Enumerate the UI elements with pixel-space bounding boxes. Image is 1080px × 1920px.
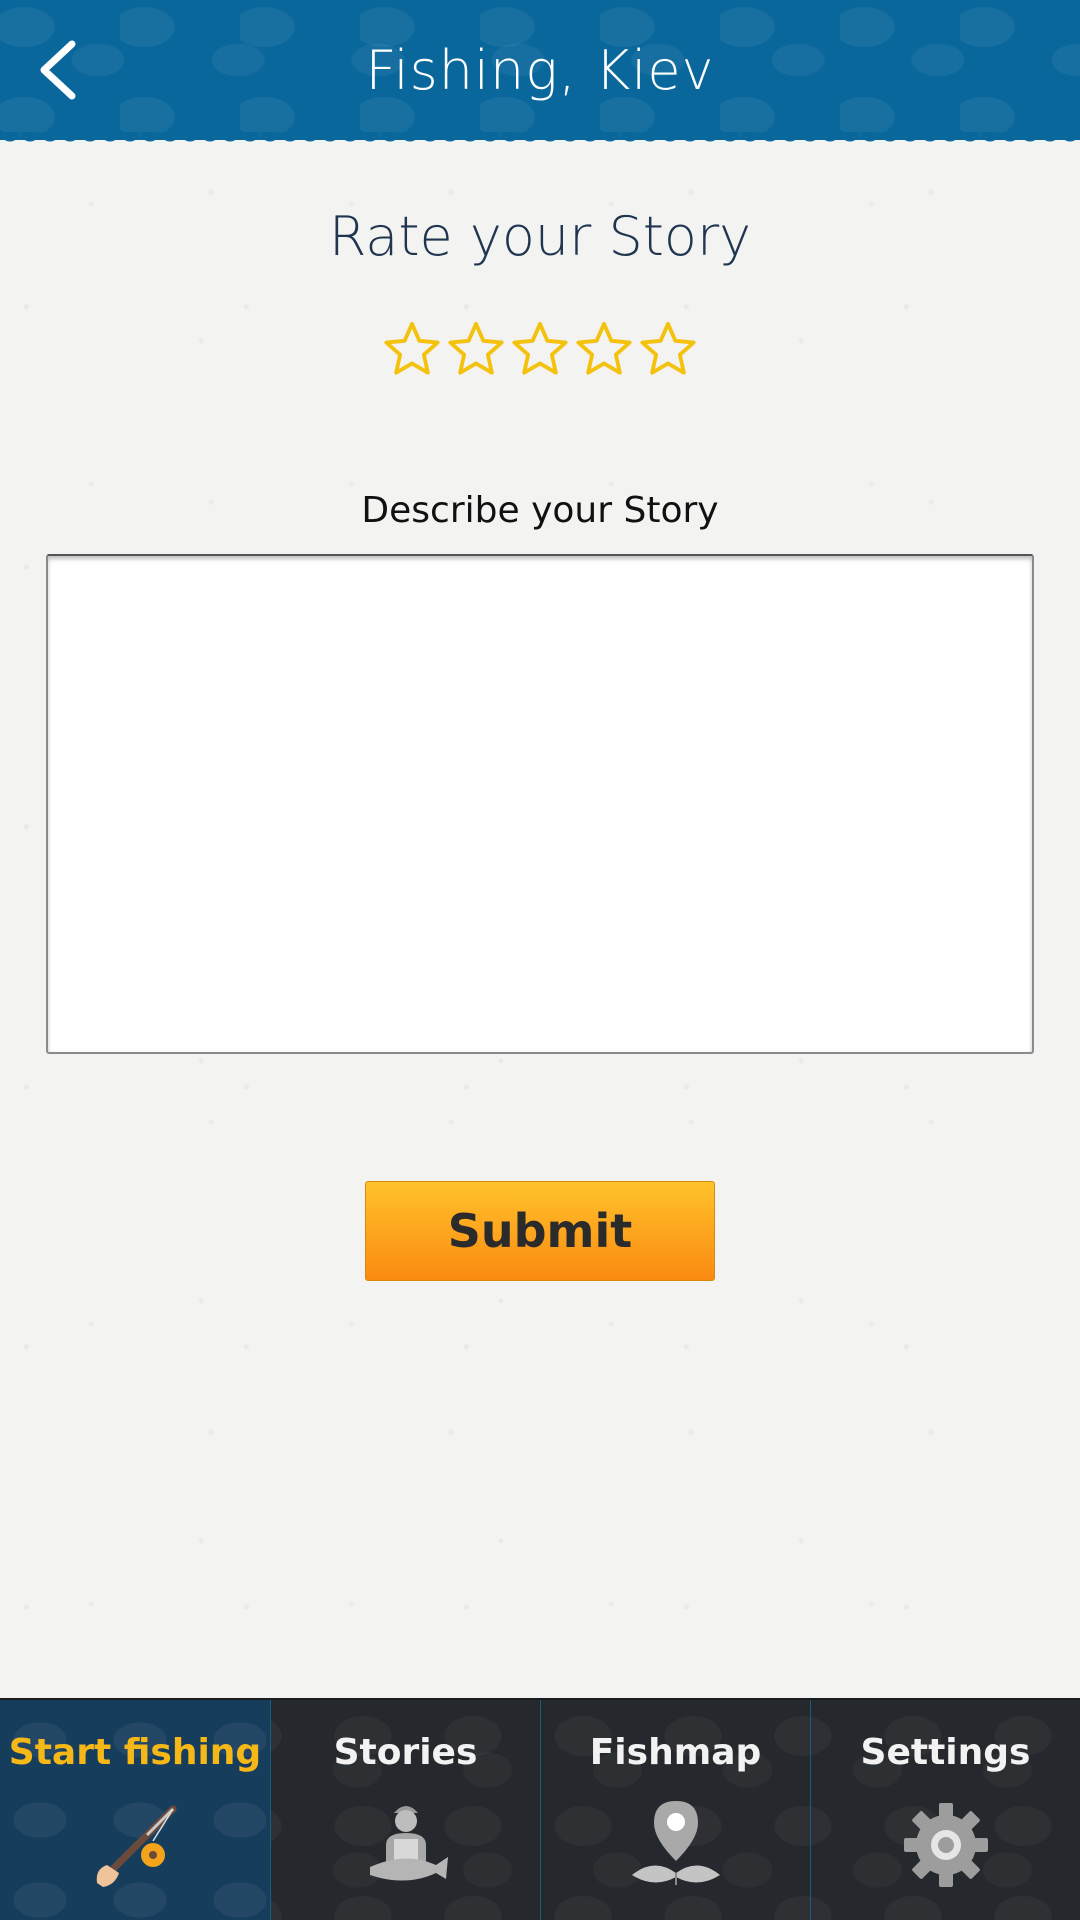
fishing-rod-icon	[96, 1805, 177, 1887]
gear-icon	[903, 1803, 988, 1887]
nav-item-label: Start fishing	[8, 1732, 262, 1773]
star-icon-3[interactable]	[511, 320, 569, 378]
fisherman-icon	[369, 1806, 448, 1881]
star-icon-5[interactable]	[639, 320, 697, 378]
app-header: Fishing, Kiev	[0, 0, 1080, 140]
nav-item-label: Settings	[860, 1732, 1031, 1773]
story-description-input[interactable]	[46, 554, 1034, 1054]
submit-button[interactable]: Submit	[365, 1181, 715, 1281]
nav-item-settings[interactable]: Settings	[810, 1700, 1080, 1920]
rate-story-heading: Rate your Story	[328, 205, 752, 268]
star-rating	[383, 320, 697, 384]
nav-item-fishmap[interactable]: Fishmap	[540, 1700, 810, 1920]
describe-story-label: Describe your Story	[361, 490, 719, 531]
header-scalloped-edge	[0, 132, 1080, 148]
star-icon-2[interactable]	[447, 320, 505, 378]
map-pin-fish-icon	[631, 1801, 720, 1885]
star-icon-4[interactable]	[575, 320, 633, 378]
nav-item-label: Fishmap	[589, 1732, 762, 1773]
nav-item-stories[interactable]: Stories	[270, 1700, 540, 1920]
star-icon-1[interactable]	[383, 320, 441, 378]
bottom-nav-bar: Start fishing Stories Fishmap Settings	[0, 1698, 1080, 1920]
page-title: Fishing, Kiev	[365, 38, 715, 102]
nav-item-start-fishing[interactable]: Start fishing	[0, 1700, 270, 1920]
nav-item-label: Stories	[333, 1732, 478, 1773]
